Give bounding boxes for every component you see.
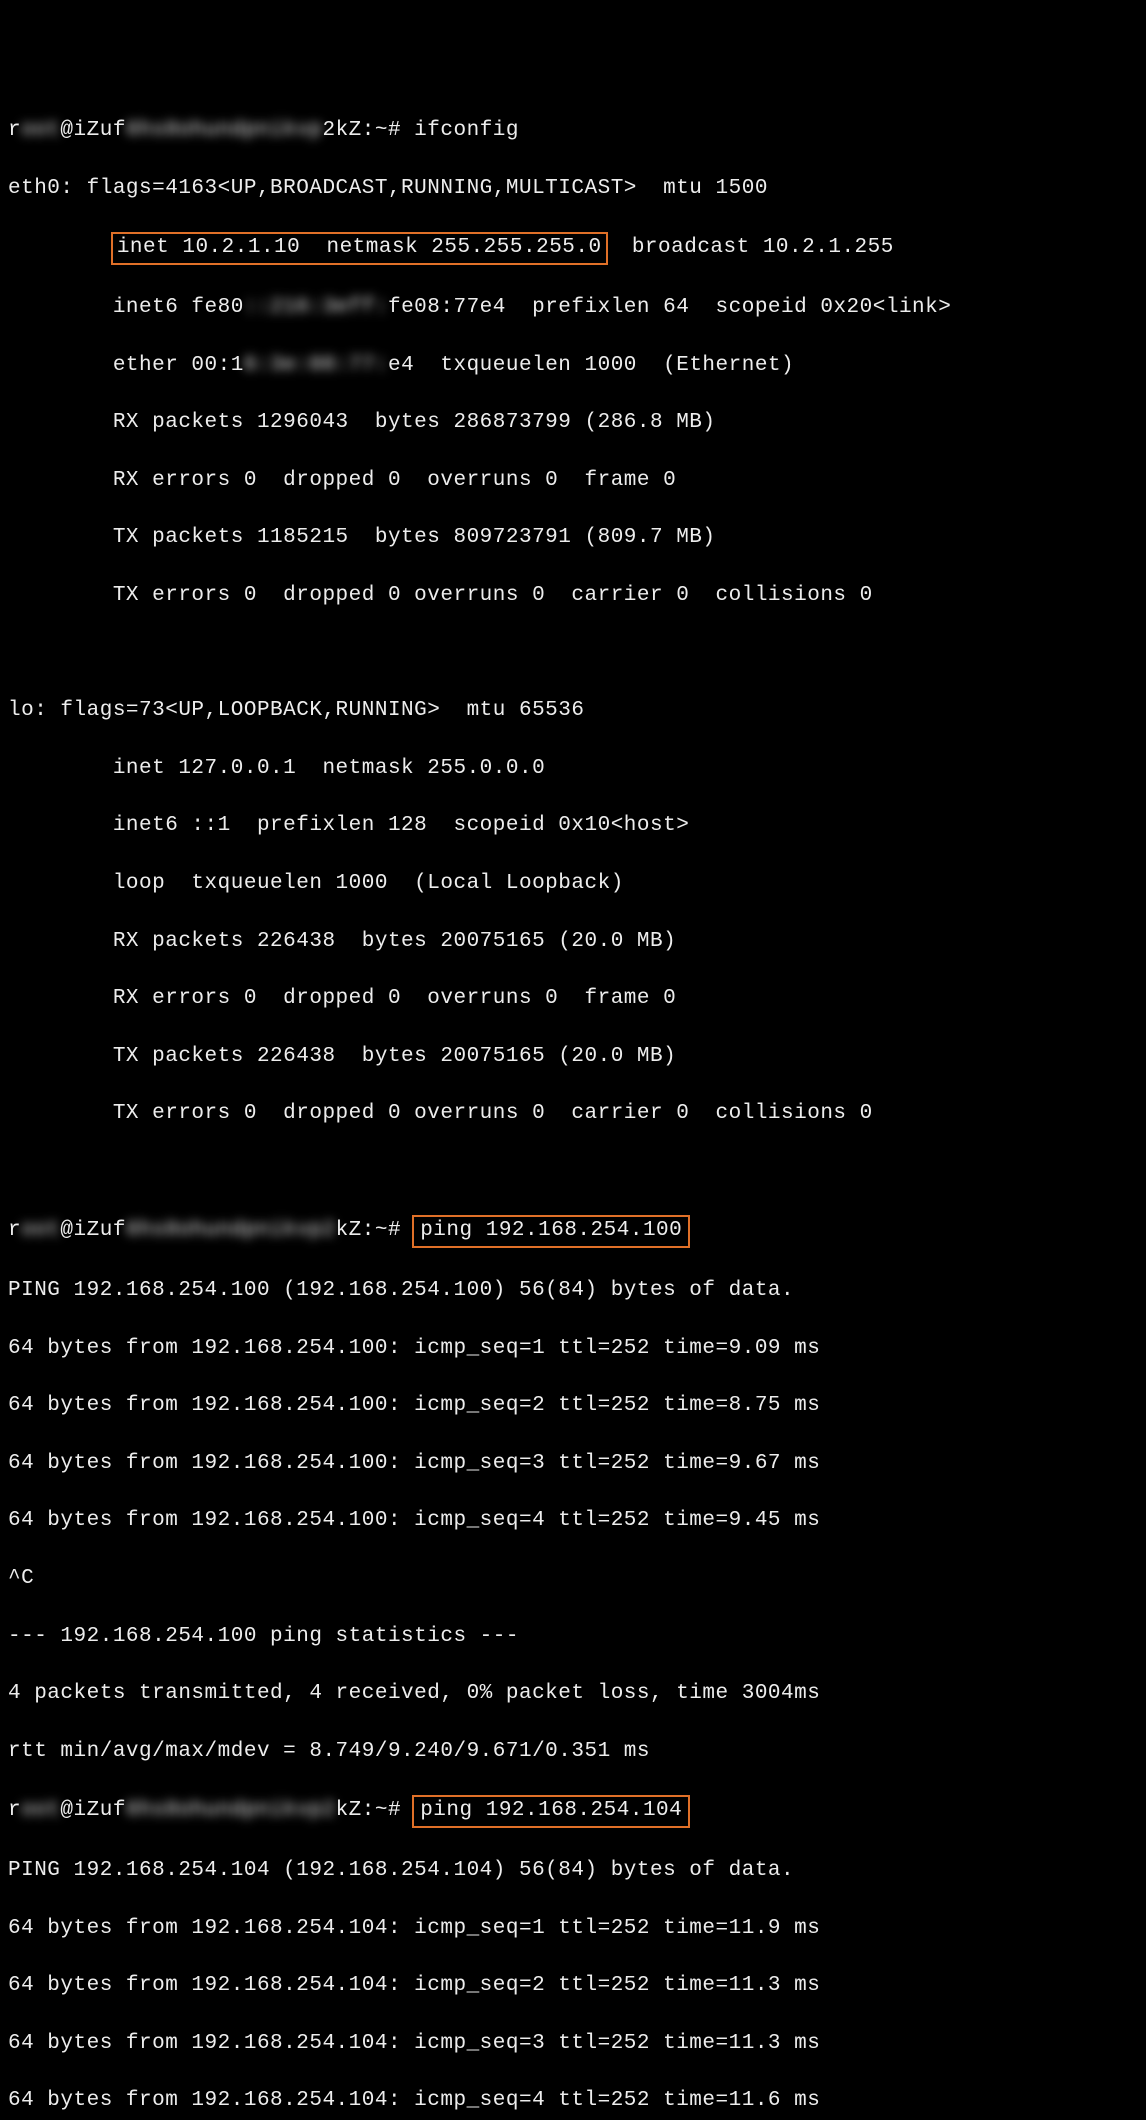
- highlight-box: inet 10.2.1.10 netmask 255.255.255.0: [111, 232, 608, 265]
- terminal-line: TX errors 0 dropped 0 overruns 0 carrier…: [8, 1100, 1138, 1129]
- terminal-line: TX packets 1185215 bytes 809723791 (809.…: [8, 524, 1138, 553]
- redacted-text: 6:3e:08:77:: [244, 352, 388, 381]
- terminal-line: inet6 fe80::216:3eff:fe08:77e4 prefixlen…: [8, 294, 1138, 323]
- terminal-line: 64 bytes from 192.168.254.100: icmp_seq=…: [8, 1392, 1138, 1421]
- terminal-line: RX errors 0 dropped 0 overruns 0 frame 0: [8, 467, 1138, 496]
- terminal-line: 64 bytes from 192.168.254.100: icmp_seq=…: [8, 1450, 1138, 1479]
- terminal-line: PING 192.168.254.100 (192.168.254.100) 5…: [8, 1277, 1138, 1306]
- terminal-line: 64 bytes from 192.168.254.100: icmp_seq=…: [8, 1507, 1138, 1536]
- redacted-text: oot: [21, 1797, 60, 1826]
- terminal-line: RX errors 0 dropped 0 overruns 0 frame 0: [8, 985, 1138, 1014]
- terminal-line: inet6 ::1 prefixlen 128 scopeid 0x10<hos…: [8, 812, 1138, 841]
- terminal-line: PING 192.168.254.104 (192.168.254.104) 5…: [8, 1857, 1138, 1886]
- terminal-line: inet 10.2.1.10 netmask 255.255.255.0 bro…: [8, 232, 1138, 265]
- terminal-line: eth0: flags=4163<UP,BROADCAST,RUNNING,MU…: [8, 175, 1138, 204]
- terminal-line: ether 00:16:3e:08:77:e4 txqueuelen 1000 …: [8, 352, 1138, 381]
- terminal-line: RX packets 226438 bytes 20075165 (20.0 M…: [8, 928, 1138, 957]
- highlight-box: ping 192.168.254.100: [412, 1215, 690, 1248]
- terminal-line: [8, 1158, 1138, 1187]
- terminal-line: inet 127.0.0.1 netmask 255.0.0.0: [8, 755, 1138, 784]
- redacted-text: ::216:3eff:: [244, 294, 388, 323]
- terminal-line: 4 packets transmitted, 4 received, 0% pa…: [8, 1680, 1138, 1709]
- terminal-line: 64 bytes from 192.168.254.104: icmp_seq=…: [8, 2087, 1138, 2116]
- terminal-line: [8, 640, 1138, 669]
- terminal-line: lo: flags=73<UP,LOOPBACK,RUNNING> mtu 65…: [8, 697, 1138, 726]
- terminal-line: 64 bytes from 192.168.254.104: icmp_seq=…: [8, 1915, 1138, 1944]
- terminal-line: loop txqueuelen 1000 (Local Loopback): [8, 870, 1138, 899]
- redacted-text: oot: [21, 1217, 60, 1246]
- terminal-line: TX errors 0 dropped 0 overruns 0 carrier…: [8, 582, 1138, 611]
- terminal-line: root@iZuf6hs8ohundpnikvp2kZ:~# ping 192.…: [8, 1215, 1138, 1248]
- terminal-line: TX packets 226438 bytes 20075165 (20.0 M…: [8, 1043, 1138, 1072]
- terminal-line: root@iZuf6hs8ohundpnikvp2kZ:~# ping 192.…: [8, 1795, 1138, 1828]
- terminal-line: ^C: [8, 1565, 1138, 1594]
- highlight-box: ping 192.168.254.104: [412, 1795, 690, 1828]
- terminal-line: 64 bytes from 192.168.254.100: icmp_seq=…: [8, 1335, 1138, 1364]
- terminal-line: --- 192.168.254.100 ping statistics ---: [8, 1623, 1138, 1652]
- redacted-text: 6hs8ohundpnikvp2: [126, 1797, 336, 1826]
- redacted-text: 6hs8ohundpnikvp: [126, 117, 323, 146]
- terminal-line: rtt min/avg/max/mdev = 8.749/9.240/9.671…: [8, 1738, 1138, 1767]
- terminal-line: 64 bytes from 192.168.254.104: icmp_seq=…: [8, 1972, 1138, 2001]
- redacted-text: oot: [21, 117, 60, 146]
- redacted-text: 6hs8ohundpnikvp2: [126, 1217, 336, 1246]
- terminal-line: root@iZuf6hs8ohundpnikvp2kZ:~# ifconfig: [8, 117, 1138, 146]
- terminal-line: RX packets 1296043 bytes 286873799 (286.…: [8, 409, 1138, 438]
- terminal-line: 64 bytes from 192.168.254.104: icmp_seq=…: [8, 2030, 1138, 2059]
